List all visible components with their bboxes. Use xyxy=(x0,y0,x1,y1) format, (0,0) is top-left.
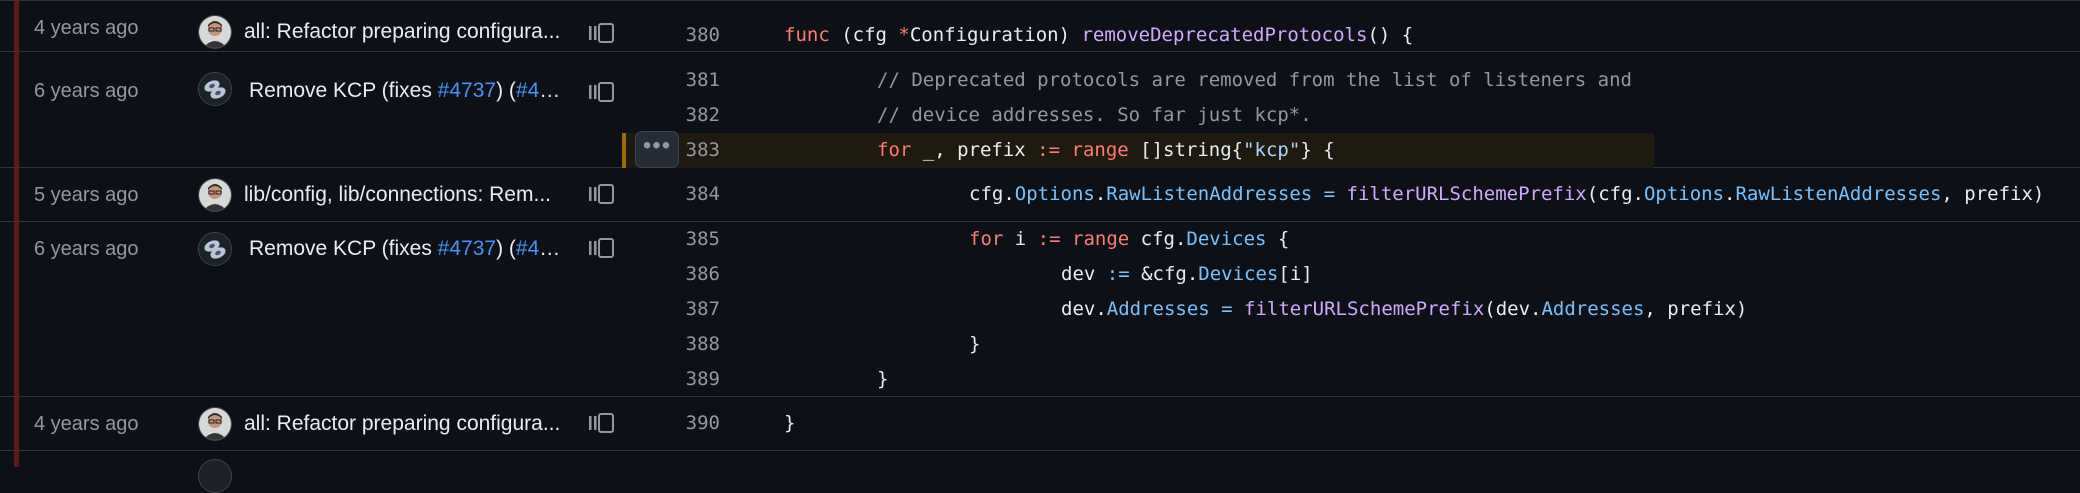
blame-group: 4 years ago all: Refactor preparing conf… xyxy=(0,397,2080,451)
author-avatar[interactable] xyxy=(198,178,232,212)
code-line: } xyxy=(784,412,796,434)
blame-group-partial xyxy=(0,451,2080,493)
line-number[interactable]: 389 xyxy=(660,362,720,397)
age-bar xyxy=(14,168,19,221)
line-number[interactable]: 380 xyxy=(660,18,720,53)
blame-prior-icon[interactable] xyxy=(588,182,616,206)
code-line: dev.Addresses = filterURLSchemePrefix(de… xyxy=(1061,298,1748,320)
age-bar xyxy=(14,222,19,396)
commit-message[interactable]: Remove KCP (fixes #4737) (#474... xyxy=(244,237,562,261)
line-number[interactable]: 388 xyxy=(660,327,720,362)
author-avatar[interactable] xyxy=(198,15,232,49)
blame-prior-icon[interactable] xyxy=(588,236,616,260)
commit-age: 6 years ago xyxy=(34,80,139,102)
code-line: for _, prefix := range []string{"kcp"} { xyxy=(877,139,1335,161)
code-line: dev := &cfg.Devices[i] xyxy=(1061,263,1313,285)
age-bar xyxy=(14,451,19,467)
author-avatar[interactable] xyxy=(198,407,232,441)
commit-age: 4 years ago xyxy=(34,17,139,39)
code-line: } xyxy=(969,333,981,355)
line-highlight-marker xyxy=(622,133,626,168)
author-avatar[interactable] xyxy=(198,72,232,106)
line-number[interactable]: 386 xyxy=(660,257,720,292)
code-line: } xyxy=(877,368,889,390)
line-number[interactable]: 390 xyxy=(660,406,720,441)
blame-prior-icon[interactable] xyxy=(588,80,616,104)
commit-age: 5 years ago xyxy=(34,184,139,206)
commit-age: 6 years ago xyxy=(34,238,139,260)
line-number[interactable]: 382 xyxy=(660,98,720,133)
issue-link[interactable]: #4737 xyxy=(438,79,496,102)
commit-message[interactable]: lib/config, lib/connections: Rem... xyxy=(244,183,562,207)
age-bar xyxy=(14,1,19,51)
blame-prior-icon[interactable] xyxy=(588,411,616,435)
commit-message[interactable]: all: Refactor preparing configura... xyxy=(244,20,562,44)
pr-link[interactable]: #474... xyxy=(516,237,562,260)
line-number[interactable]: 381 xyxy=(660,63,720,98)
line-number[interactable]: 383 xyxy=(660,133,720,168)
line-number[interactable]: 384 xyxy=(660,177,720,212)
code-line: for i := range cfg.Devices { xyxy=(969,228,1290,250)
author-avatar[interactable] xyxy=(198,232,232,266)
code-line: // device addresses. So far just kcp*. xyxy=(877,104,1312,126)
commit-message[interactable]: all: Refactor preparing configura... xyxy=(244,412,562,436)
age-bar xyxy=(14,52,19,167)
line-number[interactable]: 385 xyxy=(660,222,720,257)
blame-prior-icon[interactable] xyxy=(588,21,616,45)
pr-link[interactable]: #474... xyxy=(516,79,562,102)
code-line: func (cfg *Configuration) removeDeprecat… xyxy=(784,24,1414,46)
code-line: cfg.Options.RawListenAddresses = filterU… xyxy=(969,183,2045,205)
author-avatar xyxy=(198,459,232,493)
issue-link[interactable]: #4737 xyxy=(438,237,496,260)
line-number[interactable]: 387 xyxy=(660,292,720,327)
commit-message[interactable]: Remove KCP (fixes #4737) (#474... xyxy=(244,79,562,103)
age-bar xyxy=(14,397,19,450)
commit-age: 4 years ago xyxy=(34,413,139,435)
code-line: // Deprecated protocols are removed from… xyxy=(877,69,1632,91)
